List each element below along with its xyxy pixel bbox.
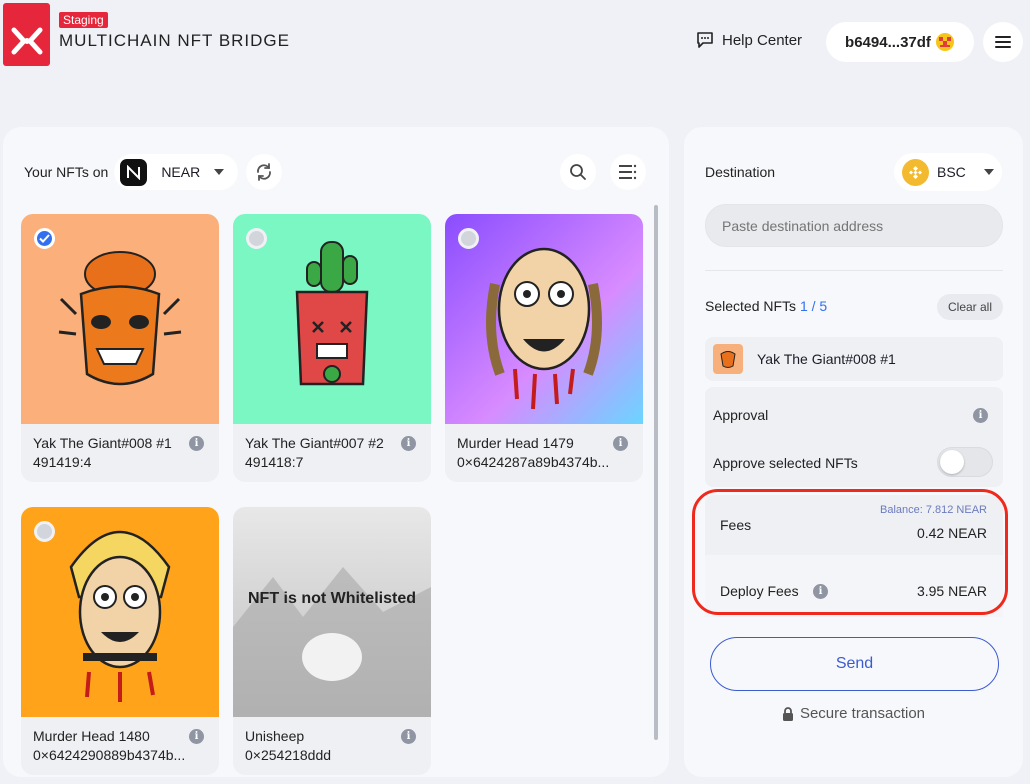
select-checkbox[interactable] bbox=[458, 228, 479, 249]
nft-name: Murder Head 1480 bbox=[33, 728, 150, 744]
nft-card-footer: Unisheep 0×254218ddd bbox=[233, 717, 431, 775]
app-logo[interactable] bbox=[3, 3, 50, 66]
secure-transaction: Secure transaction bbox=[684, 705, 1023, 722]
info-icon[interactable]: i bbox=[973, 408, 988, 423]
approval-title: Approval bbox=[713, 407, 769, 423]
chevron-down-icon bbox=[983, 169, 994, 175]
search-icon bbox=[570, 164, 586, 180]
nft-card-footer: Murder Head 1480 0×6424290889b4374b... bbox=[21, 717, 219, 775]
nft-id: 491418:7 bbox=[245, 454, 304, 470]
nft-card[interactable]: Murder Head 1479 0×6424287a89b4374b... i bbox=[445, 214, 643, 482]
nft-card-footer: Yak The Giant#007 #2 491418:7 bbox=[233, 424, 431, 482]
selected-nft-item[interactable]: Yak The Giant#008 #1 bbox=[705, 337, 1003, 381]
nft-name: Murder Head 1479 bbox=[457, 435, 574, 451]
staging-badge: Staging bbox=[59, 12, 108, 28]
nft-card-footer: Yak The Giant#008 #1 491419:4 bbox=[21, 424, 219, 482]
nft-card[interactable]: Yak The Giant#007 #2 491418:7 i bbox=[233, 214, 431, 482]
info-icon[interactable]: i bbox=[401, 729, 416, 744]
nft-card[interactable]: Murder Head 1480 0×6424290889b4374b... i bbox=[21, 507, 219, 775]
destination-label: Destination bbox=[705, 164, 776, 180]
secure-transaction-label: Secure transaction bbox=[799, 705, 926, 722]
select-checkbox[interactable] bbox=[34, 521, 55, 542]
nft-list-header: Your NFTs on NEAR bbox=[24, 154, 283, 190]
list-view-icon bbox=[619, 164, 637, 180]
selected-nfts-title: Selected NFTs bbox=[705, 298, 797, 314]
nft-name: Unisheep bbox=[245, 728, 305, 744]
approve-label: Approve selected NFTs bbox=[713, 455, 858, 471]
info-icon[interactable]: i bbox=[613, 436, 628, 451]
info-icon[interactable]: i bbox=[401, 436, 416, 451]
selected-nfts-label: Selected NFTs 1 / 5 bbox=[705, 298, 827, 314]
help-center-link[interactable]: Help Center bbox=[696, 31, 802, 49]
refresh-icon bbox=[257, 163, 272, 181]
menu-button[interactable] bbox=[983, 22, 1023, 62]
nft-name: Yak The Giant#007 #2 bbox=[245, 435, 384, 451]
source-chain-label: NEAR bbox=[161, 164, 201, 180]
chat-icon bbox=[697, 32, 713, 48]
hamburger-icon bbox=[995, 36, 1011, 48]
wallet-address: b6494...37df bbox=[845, 33, 931, 51]
your-nfts-label: Your NFTs on bbox=[24, 164, 109, 180]
destination-chain-dropdown[interactable]: BSC bbox=[894, 153, 1002, 191]
nft-id: 0×254218ddd bbox=[245, 747, 332, 763]
selected-nfts-count: 1 / 5 bbox=[799, 298, 828, 314]
highlight-annotation bbox=[692, 489, 1008, 615]
toggle-knob bbox=[940, 450, 964, 474]
lock-icon bbox=[782, 706, 793, 721]
info-icon[interactable]: i bbox=[189, 729, 204, 744]
search-button[interactable] bbox=[560, 154, 596, 190]
destination-address-input[interactable] bbox=[705, 204, 1003, 247]
near-icon bbox=[120, 158, 148, 186]
nft-image bbox=[233, 507, 431, 717]
nft-list-panel: Your NFTs on NEAR Yak The Giant#008 #1 4… bbox=[3, 127, 669, 777]
not-whitelisted-overlay: NFT is not Whitelisted bbox=[248, 590, 416, 607]
bsc-icon bbox=[902, 158, 929, 186]
nft-card-footer: Murder Head 1479 0×6424287a89b4374b... bbox=[445, 424, 643, 482]
approval-section: Approval i Approve selected NFTs bbox=[705, 387, 1003, 487]
selected-nft-thumbnail bbox=[713, 344, 743, 374]
nft-list-scrollbar[interactable] bbox=[654, 205, 658, 740]
selected-nft-name: Yak The Giant#008 #1 bbox=[757, 351, 896, 367]
chevron-down-icon bbox=[214, 169, 225, 175]
refresh-button[interactable] bbox=[246, 154, 283, 190]
selected-checkbox[interactable] bbox=[34, 228, 55, 249]
nft-id: 0×6424287a89b4374b... bbox=[457, 454, 610, 470]
destination-chain-label: BSC bbox=[937, 164, 966, 180]
app-title: MULTICHAIN NFT BRIDGE bbox=[59, 31, 290, 50]
checkmark-icon bbox=[39, 234, 50, 243]
nft-name: Yak The Giant#008 #1 bbox=[33, 435, 172, 451]
nft-card[interactable]: Yak The Giant#008 #1 491419:4 i bbox=[21, 214, 219, 482]
info-icon[interactable]: i bbox=[189, 436, 204, 451]
divider bbox=[705, 270, 1003, 271]
send-button[interactable]: Send bbox=[710, 637, 999, 691]
wallet-button[interactable]: b6494...37df bbox=[826, 22, 974, 62]
nft-id: 0×6424290889b4374b... bbox=[33, 747, 186, 763]
nft-id: 491419:4 bbox=[33, 454, 92, 470]
help-center-label: Help Center bbox=[722, 31, 803, 49]
clear-all-button[interactable]: Clear all bbox=[937, 294, 1003, 320]
wallet-avatar-icon bbox=[935, 33, 954, 51]
x-logo-icon bbox=[11, 27, 42, 55]
transfer-panel: Destination BSC Selected NFTs 1 / 5 Clea… bbox=[684, 127, 1023, 777]
list-view-button[interactable] bbox=[610, 154, 646, 190]
approve-toggle[interactable] bbox=[937, 447, 993, 477]
source-chain-dropdown[interactable]: NEAR bbox=[114, 154, 239, 190]
select-checkbox[interactable] bbox=[246, 228, 267, 249]
nft-card[interactable]: NFT is not Whitelisted Unisheep 0×254218… bbox=[233, 507, 431, 775]
